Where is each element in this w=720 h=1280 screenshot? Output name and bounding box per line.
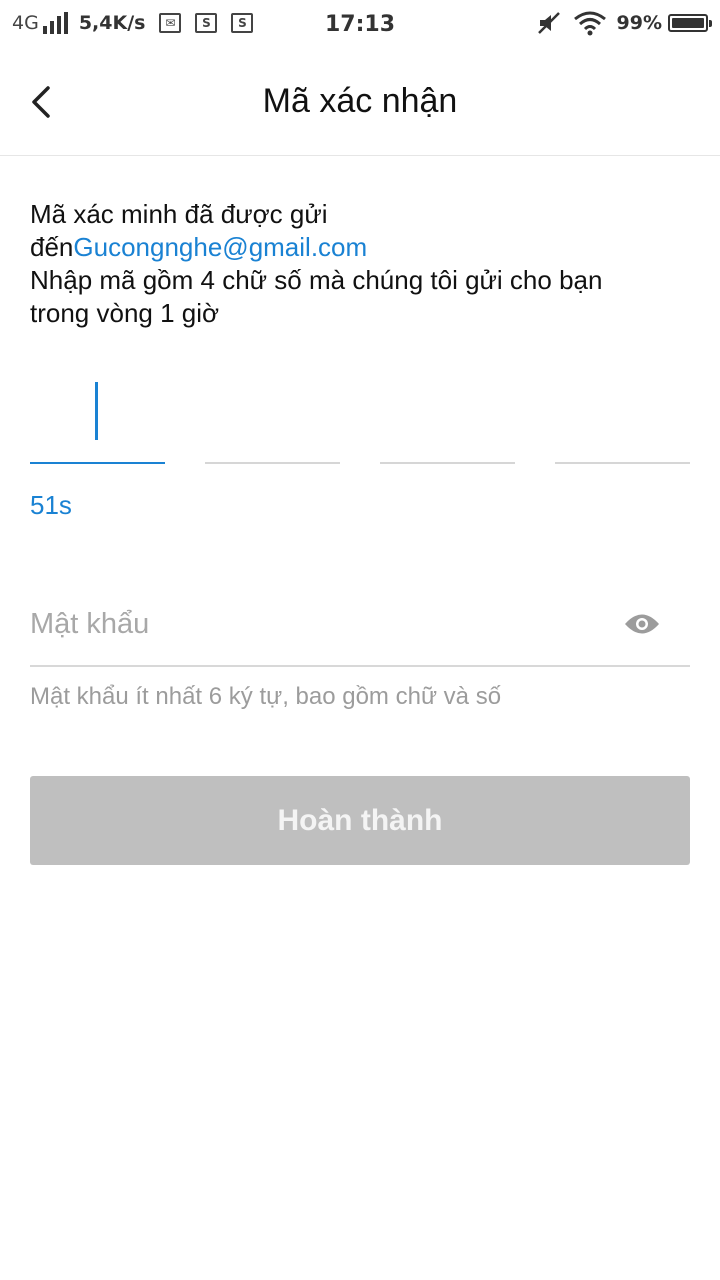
network-type: 4G [12, 12, 39, 34]
verification-info: Mã xác minh đã được gửi đếnGucongnghe@gm… [30, 198, 690, 330]
complete-button[interactable]: Hoàn thành [30, 776, 690, 865]
code-digit-4[interactable] [555, 362, 690, 464]
password-hint: Mật khẩu ít nhất 6 ký tự, bao gồm chữ và… [30, 683, 502, 710]
battery-percent: 99% [616, 12, 662, 34]
password-field [30, 585, 690, 667]
info-line-sent: Mã xác minh đã được gửi [30, 199, 328, 229]
email-address: Gucongnghe@gmail.com [73, 232, 368, 262]
mail-icon: ✉ [159, 13, 182, 33]
battery-icon [668, 14, 712, 32]
info-line-instructions: Nhập mã gồm 4 chữ số mà chúng tôi gửi ch… [30, 265, 603, 295]
signal-icon [42, 12, 71, 34]
code-digit-3[interactable] [380, 362, 515, 464]
code-digit-1[interactable] [30, 362, 165, 464]
s-icon: S [195, 13, 218, 33]
wifi-icon [573, 11, 606, 36]
status-bar: 4G 5,4K/s ✉ S S 17:13 99% [0, 0, 720, 50]
page-title: Mã xác nhận [262, 82, 458, 120]
s-icon: S [231, 13, 254, 33]
text-caret [95, 382, 98, 440]
network-speed: 5,4K/s [78, 12, 146, 34]
battery-fill [672, 18, 704, 28]
resend-countdown[interactable]: 51s [30, 490, 72, 521]
mute-icon [537, 12, 560, 34]
info-line-email: đếnGucongnghe@gmail.com [30, 231, 690, 264]
code-digit-2[interactable] [205, 362, 340, 464]
status-left: 4G 5,4K/s ✉ S S [12, 12, 254, 34]
eye-icon[interactable] [624, 611, 660, 637]
code-input-row [30, 362, 690, 464]
info-prefix: đến [30, 232, 74, 262]
app-header: Mã xác nhận [0, 50, 720, 156]
password-input[interactable] [30, 585, 590, 663]
status-right: 99% [537, 10, 712, 36]
info-line-time: trong vòng 1 giờ [30, 298, 220, 328]
